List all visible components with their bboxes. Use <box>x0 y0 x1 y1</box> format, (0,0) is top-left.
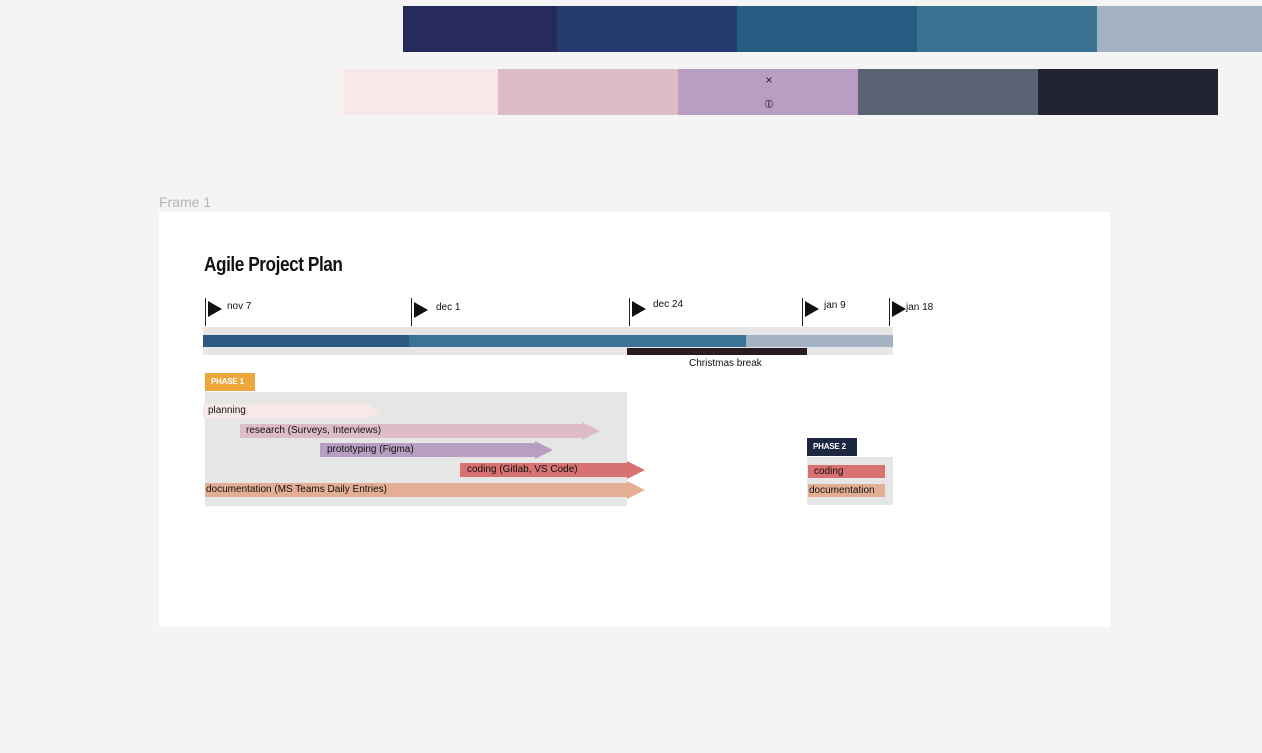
task-label: prototyping (Figma) <box>327 444 414 455</box>
frame-label[interactable]: Frame 1 <box>159 194 211 210</box>
milestone-label: jan 9 <box>824 300 846 311</box>
flag-icon <box>414 302 428 318</box>
bottom-swatch-5[interactable] <box>1038 69 1218 115</box>
milestone-label: dec 1 <box>436 302 461 313</box>
task-label: coding (Gitlab, VS Code) <box>467 464 578 475</box>
plan-title: Agile Project Plan <box>204 254 343 276</box>
color-palette-bottom <box>344 69 1218 115</box>
flag-icon <box>892 301 906 317</box>
top-swatch-4[interactable] <box>917 6 1097 52</box>
christmas-break-bar <box>627 348 807 355</box>
bottom-swatch-4[interactable] <box>858 69 1038 115</box>
christmas-break-label: Christmas break <box>689 358 762 369</box>
phase-2-badge: PHASE 2 <box>807 438 857 456</box>
task-label: documentation (MS Teams Daily Entries) <box>206 484 387 495</box>
flag-icon <box>805 301 819 317</box>
bottom-swatch-1[interactable] <box>344 69 498 115</box>
color-palette-top <box>403 6 1262 52</box>
timeline-segment-1 <box>203 335 409 347</box>
swatch-tools: × ⦶ <box>758 72 780 112</box>
flag-icon <box>208 301 222 317</box>
task-phase2-coding[interactable]: coding <box>808 465 885 478</box>
pin-icon[interactable]: ⦶ <box>765 96 774 112</box>
task-phase2-documentation[interactable]: documentation <box>808 484 885 497</box>
top-swatch-2[interactable] <box>557 6 737 52</box>
milestone-label: jan 18 <box>906 302 934 313</box>
phase-1-badge: PHASE 1 <box>205 373 255 391</box>
timeline-segment-3 <box>746 335 893 347</box>
flag-icon <box>632 301 646 317</box>
milestone-label: nov 7 <box>227 301 252 312</box>
milestone-label: dec 24 <box>653 299 684 310</box>
bottom-swatch-2[interactable] <box>498 69 678 115</box>
task-label: planning <box>208 405 246 416</box>
top-swatch-5[interactable] <box>1097 6 1262 52</box>
task-label: research (Surveys, Interviews) <box>246 425 382 436</box>
timeline-segment-2 <box>409 335 746 347</box>
top-swatch-3[interactable] <box>737 6 917 52</box>
top-swatch-1[interactable] <box>403 6 557 52</box>
close-icon[interactable]: × <box>765 72 772 88</box>
